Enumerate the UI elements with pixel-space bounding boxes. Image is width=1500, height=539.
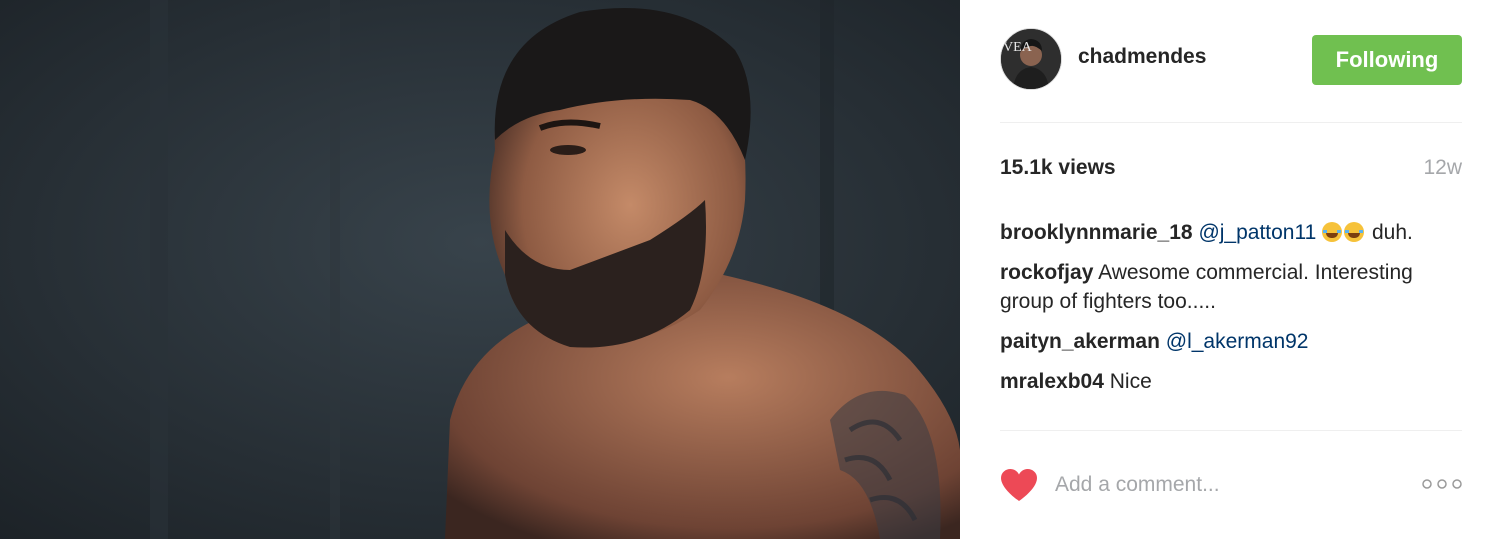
comment-author-link[interactable]: rockofjay [1000, 261, 1093, 284]
comment-author-link[interactable]: mralexb04 [1000, 370, 1104, 393]
face-with-tears-of-joy-emoji [1322, 222, 1343, 242]
video-frame [0, 0, 960, 539]
post-age-link[interactable]: 12w [1423, 156, 1462, 180]
face-with-tears-of-joy-emoji [1344, 222, 1365, 242]
comment-item: brooklynnmarie_18 @j_patton11 duh. [1000, 218, 1462, 247]
comment-item: mralexb04 Nice [1000, 367, 1462, 396]
comment-author-link[interactable]: brooklynnmarie_18 [1000, 221, 1193, 244]
heart-icon[interactable] [1000, 468, 1038, 502]
avatar[interactable]: VEA [1000, 28, 1062, 90]
comment-text: duh. [1371, 221, 1413, 244]
comment-list: brooklynnmarie_18 @j_patton11 duh. rocko… [1000, 218, 1462, 407]
view-count: 15.1k views [1000, 156, 1116, 179]
following-button[interactable]: Following [1312, 35, 1462, 85]
comment-author-link[interactable]: paityn_akerman [1000, 330, 1160, 353]
post-details-panel: VEA chadmendes Following 15.1k views 12w… [960, 0, 1500, 539]
svg-text:VEA: VEA [1003, 40, 1033, 55]
divider [1000, 430, 1462, 431]
comment-item: rockofjay Awesome commercial. Interestin… [1000, 258, 1462, 316]
mention-link[interactable]: @j_patton11 [1198, 221, 1316, 244]
comment-item: paityn_akerman @l_akerman92 [1000, 327, 1462, 356]
more-options-icon[interactable] [1422, 476, 1462, 492]
post-header: VEA chadmendes Following [1000, 28, 1462, 90]
comment-input[interactable] [1055, 470, 1385, 500]
mention-link[interactable]: @l_akerman92 [1166, 330, 1309, 353]
divider [1000, 122, 1462, 123]
video-player[interactable] [0, 0, 960, 539]
post-author-link[interactable]: chadmendes [1078, 45, 1206, 69]
comment-footer [1000, 466, 1462, 506]
comment-text: Nice [1109, 370, 1152, 393]
